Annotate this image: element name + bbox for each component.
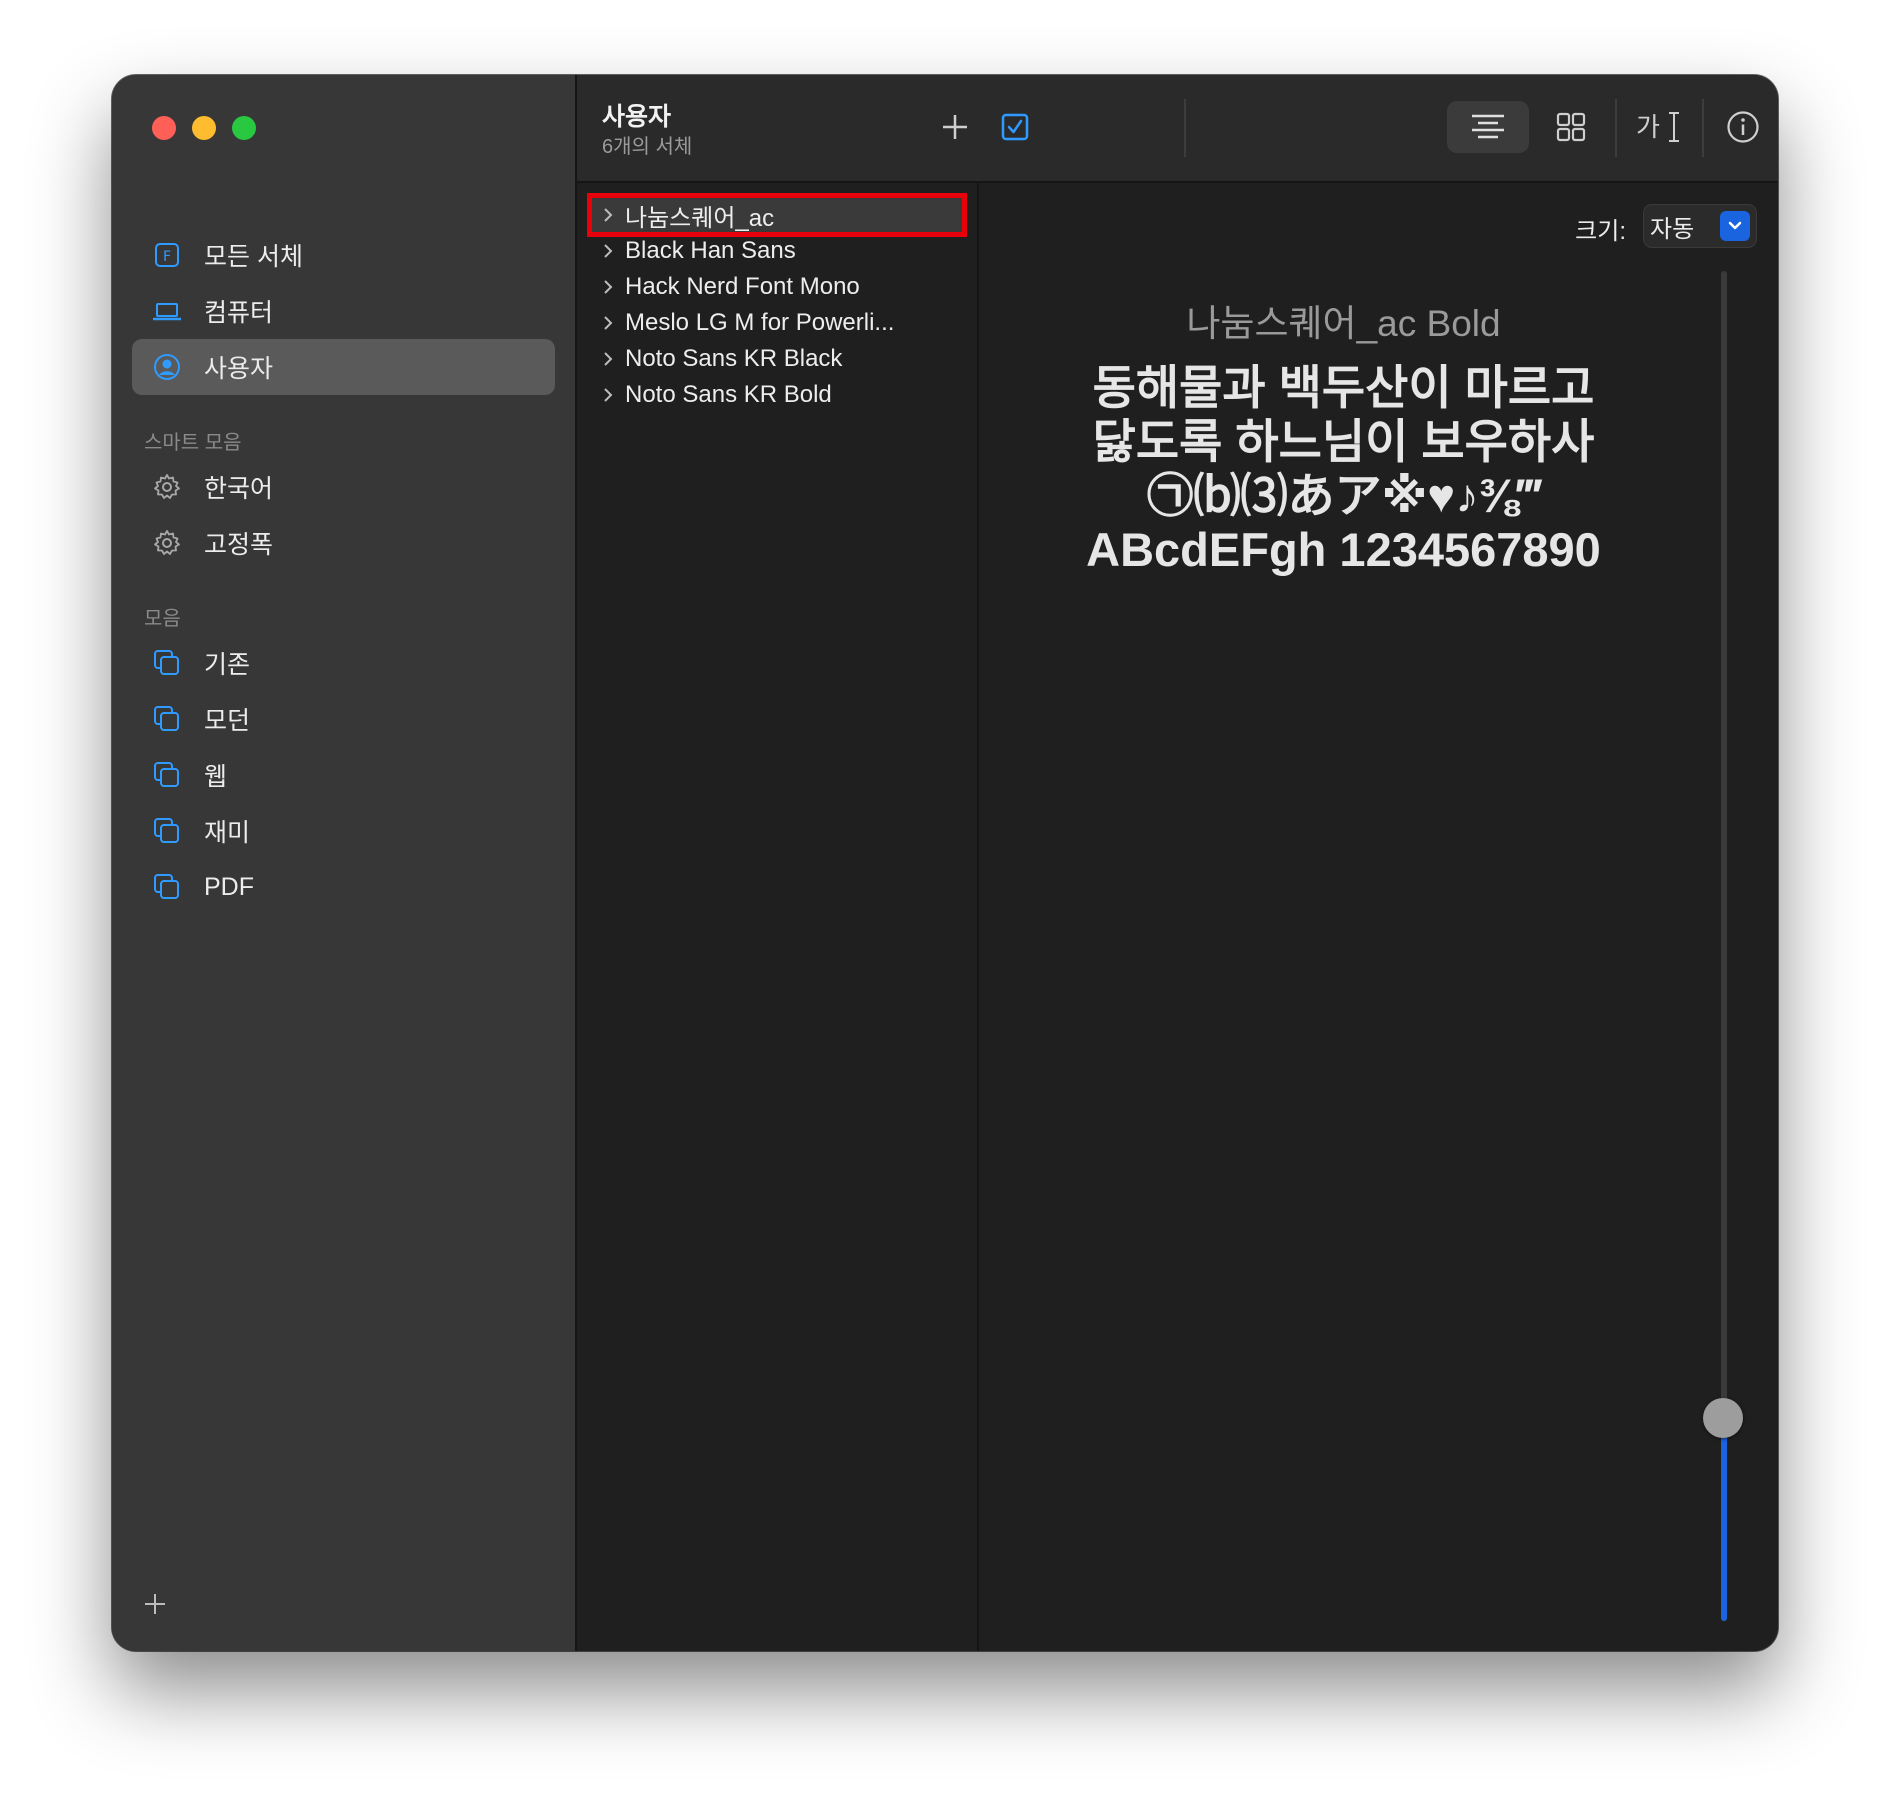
font-name: Meslo LG M for Powerli... xyxy=(625,309,895,336)
plus-icon xyxy=(943,115,967,139)
font-name: Black Han Sans xyxy=(625,237,796,264)
sidebar-item-user[interactable]: 사용자 xyxy=(132,339,555,395)
sidebar-item-label: 기존 xyxy=(204,651,251,679)
sidebar-item-monospace[interactable]: 고정폭 xyxy=(132,515,555,571)
info-button[interactable] xyxy=(1717,101,1769,153)
grid-view-button[interactable] xyxy=(1545,101,1597,153)
sidebar-item-label: 사용자 xyxy=(204,355,274,383)
sidebar-item-label: 웹 xyxy=(204,763,228,791)
sidebar-item-label: PDF xyxy=(204,872,254,901)
minimize-button[interactable] xyxy=(192,116,216,140)
toolbar-divider xyxy=(1615,99,1617,157)
collection-icon xyxy=(152,760,182,790)
sidebar-list: F 모든 서체 컴퓨터 사용자 스마트 모음 한국어 고정폭 모음 기존 모던 … xyxy=(132,227,555,915)
checkbox-icon xyxy=(1001,113,1029,141)
add-collection-button[interactable] xyxy=(140,1591,170,1621)
sidebar-item-label: 한국어 xyxy=(204,475,274,503)
svg-text:가: 가 xyxy=(1636,113,1660,143)
sidebar-item-label: 컴퓨터 xyxy=(204,299,274,327)
chevron-down-icon xyxy=(1720,211,1750,241)
window-title: 사용자 xyxy=(602,103,672,131)
section-collections: 모음 xyxy=(144,608,181,630)
sample-line: ABcdEFgh 1234567890 xyxy=(1086,523,1601,576)
close-button[interactable] xyxy=(152,116,176,140)
window-controls xyxy=(152,116,256,140)
sample-font-name: 나눔스퀘어_ac Bold xyxy=(1186,303,1501,344)
collection-icon xyxy=(152,648,182,678)
font-name: 나눔스퀘어_ac xyxy=(625,204,775,232)
gear-icon xyxy=(152,528,182,558)
text-align-center-icon xyxy=(1472,114,1504,139)
plus-icon xyxy=(145,1594,165,1614)
sidebar-item-classic[interactable]: 기존 xyxy=(132,635,555,691)
size-label: 크기: xyxy=(1575,218,1626,245)
font-row-hack-nerd-font-mono[interactable]: Hack Nerd Font Mono xyxy=(591,269,963,305)
laptop-icon xyxy=(152,296,182,326)
size-select[interactable]: 자동 xyxy=(1644,205,1756,247)
chevron-right-icon[interactable] xyxy=(591,350,625,368)
sidebar-item-computer[interactable]: 컴퓨터 xyxy=(132,283,555,339)
collection-icon xyxy=(152,816,182,846)
slider-fill xyxy=(1721,1418,1727,1621)
font-book-window: F 모든 서체 컴퓨터 사용자 스마트 모음 한국어 고정폭 모음 기존 모던 … xyxy=(112,75,1778,1651)
gear-icon xyxy=(152,472,182,502)
info-icon xyxy=(1727,111,1759,143)
svg-text:F: F xyxy=(163,249,171,265)
chevron-right-icon[interactable] xyxy=(591,278,625,296)
user-icon xyxy=(152,352,182,382)
sidebar-item-korean[interactable]: 한국어 xyxy=(132,459,555,515)
sidebar-item-all-fonts[interactable]: F 모든 서체 xyxy=(132,227,555,283)
sample-view-button[interactable] xyxy=(1447,101,1529,153)
sidebar-item-modern[interactable]: 모던 xyxy=(132,691,555,747)
chevron-right-icon[interactable] xyxy=(591,206,625,224)
collection-icon xyxy=(152,704,182,734)
font-row-black-han-sans[interactable]: Black Han Sans xyxy=(591,233,963,269)
glyph-cursor-icon: 가 xyxy=(1636,112,1679,143)
toolbar-divider xyxy=(1702,99,1704,157)
font-row-nanumsquare[interactable]: 나눔스퀘어_ac xyxy=(587,193,967,237)
window-subtitle: 6개의 서체 xyxy=(602,136,693,158)
sidebar-item-pdf[interactable]: PDF xyxy=(132,859,555,915)
font-row-meslo[interactable]: Meslo LG M for Powerli... xyxy=(591,305,963,341)
font-sample: 나눔스퀘어_ac Bold 동해물과 백두산이 마르고 닳도록 하느님이 보우하… xyxy=(979,293,1708,577)
collection-icon xyxy=(152,872,182,902)
sidebar-item-label: 재미 xyxy=(204,819,251,847)
sample-line: ㉠⒝⑶あア※♥♪⅜‴ xyxy=(1146,469,1541,522)
sidebar: F 모든 서체 컴퓨터 사용자 스마트 모음 한국어 고정폭 모음 기존 모던 … xyxy=(112,75,577,1651)
preview-pane: 크기: 자동 나눔스퀘어_ac Bold 동해물과 백두산이 마르고 닳도록 하… xyxy=(979,183,1778,1651)
repertoire-view-button[interactable]: 가 xyxy=(1629,101,1689,153)
slider-knob[interactable] xyxy=(1703,1398,1743,1438)
grid-icon xyxy=(1556,112,1586,142)
zoom-button[interactable] xyxy=(232,116,256,140)
sidebar-item-label: 모던 xyxy=(204,707,251,735)
font-book-icon: F xyxy=(152,240,182,270)
font-row-noto-sans-kr-black[interactable]: Noto Sans KR Black xyxy=(591,341,963,377)
font-row-noto-sans-kr-bold[interactable]: Noto Sans KR Bold xyxy=(591,377,963,413)
font-list: 나눔스퀘어_ac Black Han Sans Hack Nerd Font M… xyxy=(577,183,979,1651)
validate-font-button[interactable] xyxy=(989,101,1041,153)
sidebar-item-fun[interactable]: 재미 xyxy=(132,803,555,859)
sample-line: 동해물과 백두산이 마르고 xyxy=(1092,361,1595,414)
sidebar-item-label: 고정폭 xyxy=(204,531,274,559)
section-smart-collections: 스마트 모음 xyxy=(144,432,242,454)
chevron-right-icon[interactable] xyxy=(591,242,625,260)
font-name: Hack Nerd Font Mono xyxy=(625,273,860,300)
chevron-right-icon[interactable] xyxy=(591,386,625,404)
font-name: Noto Sans KR Black xyxy=(625,345,843,372)
size-select-value: 자동 xyxy=(1650,215,1695,243)
size-slider[interactable] xyxy=(1703,271,1743,1621)
toolbar-divider xyxy=(1184,99,1186,157)
add-font-button[interactable] xyxy=(929,101,981,153)
chevron-right-icon[interactable] xyxy=(591,314,625,332)
sample-line: 닳도록 하느님이 보우하사 xyxy=(1092,415,1595,468)
sidebar-item-web[interactable]: 웹 xyxy=(132,747,555,803)
sidebar-item-label: 모든 서체 xyxy=(204,243,303,271)
toolbar: 사용자 6개의 서체 가 xyxy=(577,75,1778,183)
font-name: Noto Sans KR Bold xyxy=(625,381,832,408)
